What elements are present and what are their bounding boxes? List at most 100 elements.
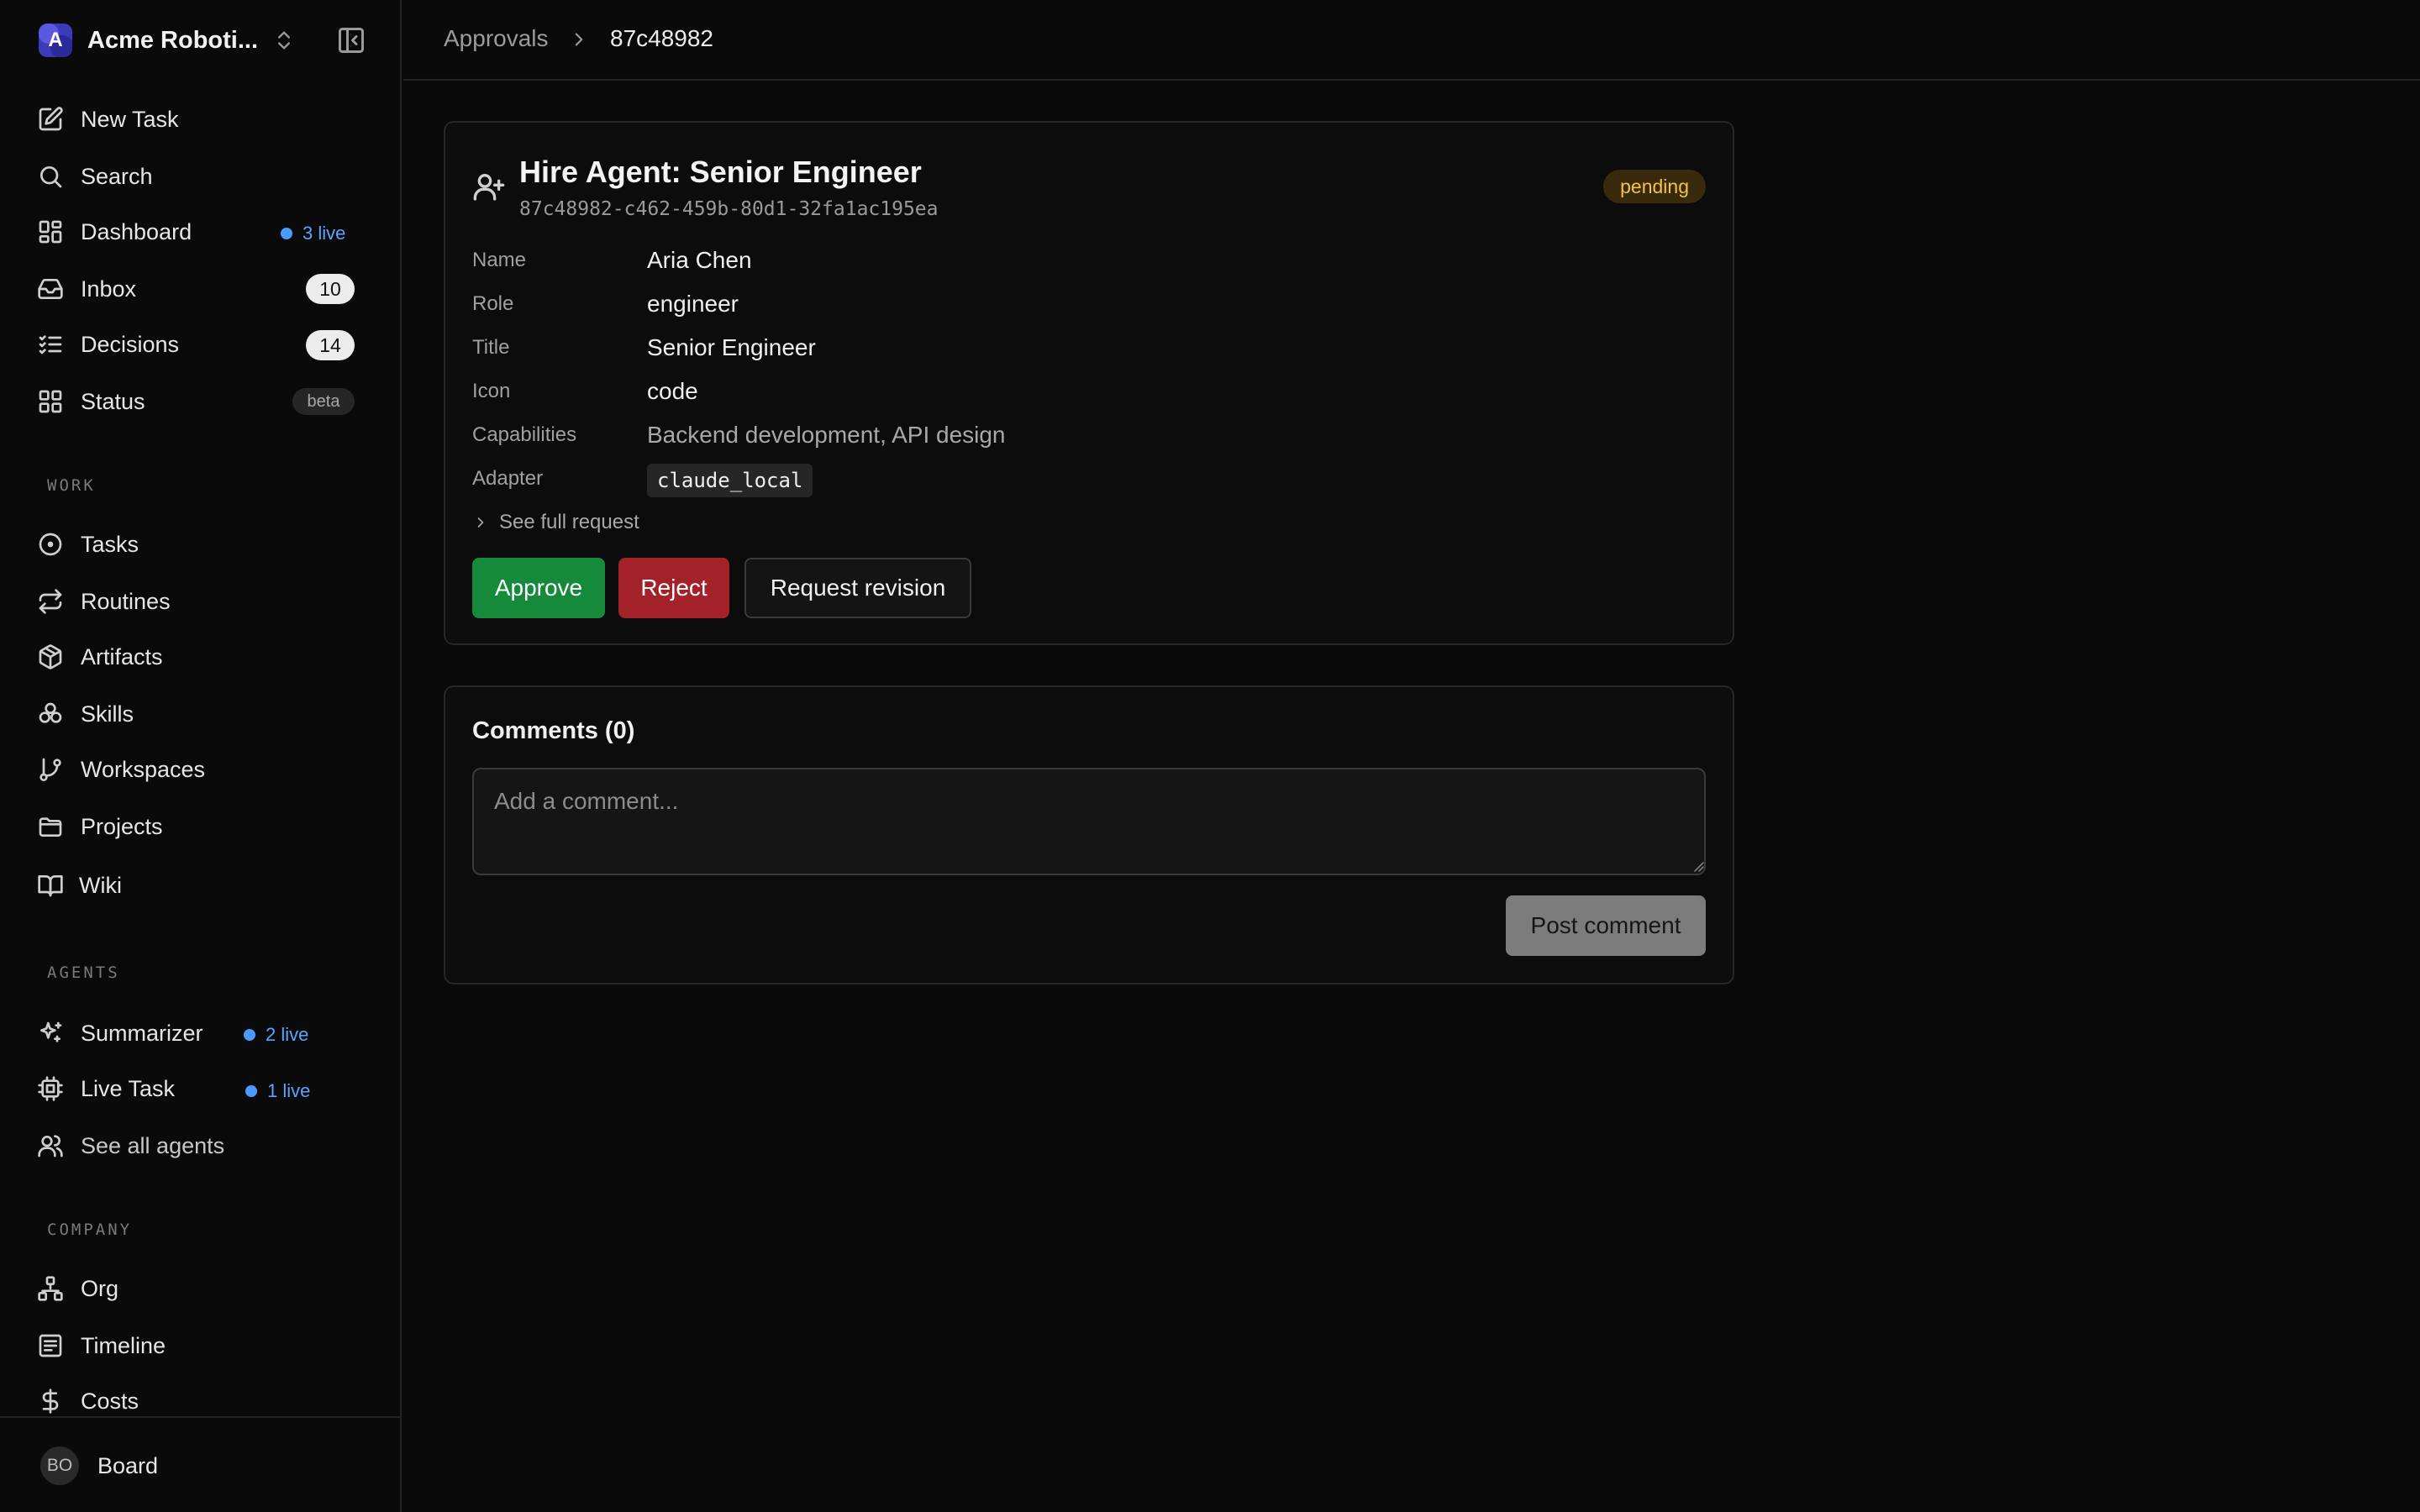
approval-id: 87c48982-c462-459b-80d1-32fa1ac195ea (519, 198, 939, 220)
chevron-right-icon (477, 517, 484, 528)
user-plus-icon (472, 170, 506, 203)
approval-title: Hire Agent: Senior Engineer (519, 155, 922, 189)
field-label-role: Role (472, 292, 514, 315)
approval-card: Hire Agent: Senior Engineer 87c48982-c46… (444, 121, 1734, 645)
nav-projects[interactable]: Projects (37, 805, 373, 848)
cpu-icon (38, 1076, 63, 1101)
status-badge: pending (1603, 170, 1706, 203)
section-label-work: WORK (47, 476, 96, 495)
nav-label: Projects (81, 813, 163, 839)
nav-label: Dashboard (81, 218, 192, 244)
users-icon (38, 1135, 63, 1158)
breadcrumb-approvals[interactable]: Approvals (444, 25, 549, 52)
field-value-name: Aria Chen (647, 247, 752, 273)
decisions-count-badge: 14 (306, 330, 355, 360)
nav-timeline[interactable]: Timeline (37, 1324, 373, 1368)
top-header: Approvals 87c48982 (403, 0, 2420, 81)
nav-label: Skills (81, 701, 134, 727)
company-switcher[interactable]: A Acme Roboti... (39, 24, 309, 57)
nav-new-task[interactable]: New Task (37, 97, 373, 141)
nav-org[interactable]: Org (37, 1267, 373, 1310)
nav-label: New Task (81, 106, 179, 132)
approve-button[interactable]: Approve (472, 558, 605, 618)
nav-wiki[interactable]: Wiki (37, 864, 373, 907)
live-label: 2 live (266, 1024, 309, 1045)
nav-label: Summarizer (81, 1020, 203, 1046)
dashboard-icon (39, 220, 62, 244)
nav-routines[interactable]: Routines (37, 580, 373, 623)
nav-workspaces[interactable]: Workspaces (37, 748, 373, 791)
beta-badge: beta (292, 388, 355, 415)
org-chart-icon (38, 1276, 63, 1301)
comment-input[interactable] (472, 768, 1706, 875)
field-label-capabilities: Capabilities (472, 423, 577, 446)
field-label-name: Name (472, 249, 527, 271)
live-dot (244, 1029, 255, 1041)
boxes-icon (39, 702, 62, 723)
collapse-sidebar-icon[interactable] (336, 25, 366, 55)
comments-card: Comments (0) Post comment (444, 685, 1734, 984)
timeline-icon (39, 1334, 62, 1357)
nav-see-all-agents[interactable]: See all agents (37, 1124, 373, 1168)
company-name: Acme Roboti... (87, 26, 259, 54)
package-icon (39, 644, 62, 669)
chevrons-up-down-icon (272, 27, 296, 54)
field-value-adapter: claude_local (647, 464, 813, 497)
section-label-company: COMPANY (47, 1221, 133, 1239)
repeat-icon (39, 589, 62, 614)
nav-label: Inbox (81, 276, 137, 302)
list-checks-icon (39, 335, 62, 354)
field-label-icon: Icon (472, 380, 511, 402)
circle-dot-icon (39, 533, 62, 556)
field-label-adapter: Adapter (472, 467, 544, 490)
resize-grip-icon[interactable] (1692, 860, 1704, 872)
see-full-request-toggle[interactable]: See full request (472, 511, 639, 534)
chevron-right-icon (568, 27, 590, 52)
book-icon (38, 875, 63, 897)
nav-label: Routines (81, 588, 171, 614)
user-name: Board (97, 1453, 159, 1478)
live-dot (281, 228, 292, 239)
nav-label: Live Task (81, 1075, 176, 1101)
user-avatar: BO (40, 1446, 79, 1485)
git-branch-icon (39, 758, 61, 781)
live-label: 1 live (267, 1080, 311, 1101)
nav-label: Artifacts (81, 643, 163, 669)
nav-agent-summarizer[interactable]: Summarizer (37, 1011, 373, 1055)
summarizer-live-indicator: 2 live (244, 1024, 308, 1046)
live-dot (245, 1085, 257, 1097)
sidebar-footer[interactable]: BO Board (0, 1416, 402, 1512)
search-icon (40, 166, 62, 188)
nav-label: Search (81, 163, 153, 189)
field-value-icon: code (647, 378, 698, 404)
folder-icon (39, 817, 62, 837)
edit-icon (39, 107, 63, 131)
nav-search[interactable]: Search (37, 155, 373, 198)
sparkles-icon (40, 1021, 62, 1042)
nav-agent-live-task[interactable]: Live Task (37, 1067, 373, 1110)
comments-title: Comments (0) (472, 717, 635, 744)
nav-label: Workspaces (81, 756, 206, 782)
nav-label: Status (81, 388, 145, 414)
nav-tasks[interactable]: Tasks (37, 522, 373, 566)
see-full-request-label: See full request (499, 511, 639, 533)
nav-label: Tasks (81, 531, 139, 557)
inbox-count-badge: 10 (306, 274, 355, 304)
post-comment-button[interactable]: Post comment (1506, 895, 1706, 956)
field-value-title: Senior Engineer (647, 334, 816, 360)
nav-label: Decisions (81, 331, 180, 357)
nav-label: Timeline (81, 1332, 166, 1358)
dollar-icon (42, 1389, 59, 1414)
dashboard-live-indicator: 3 live (281, 223, 345, 244)
breadcrumb-current: 87c48982 (610, 25, 714, 51)
live-task-live-indicator: 1 live (245, 1080, 310, 1102)
company-avatar: A (39, 24, 72, 57)
nav-artifacts[interactable]: Artifacts (37, 635, 373, 679)
nav-skills[interactable]: Skills (37, 692, 373, 736)
request-revision-button[interactable]: Request revision (744, 558, 971, 618)
reject-button[interactable]: Reject (618, 558, 729, 618)
nav-label: Costs (81, 1388, 139, 1414)
nav-label: See all agents (81, 1132, 225, 1158)
live-label: 3 live (302, 223, 346, 244)
sidebar: A Acme Roboti... New Task Search Dashboa… (0, 0, 402, 1512)
